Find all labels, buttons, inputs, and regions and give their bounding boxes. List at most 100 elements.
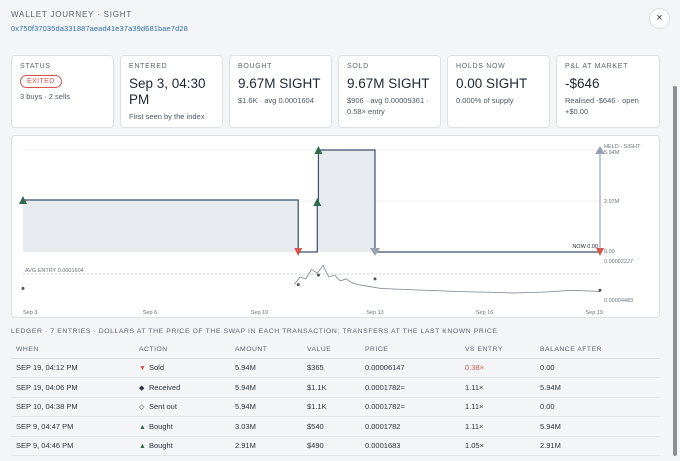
ledger-row[interactable]: SEP 19, 04:06 PM ◆ Received 5.94M $1.1K 0.000…	[11, 377, 660, 398]
bought-card: BOUGHT 9.67M SIGHT $1.6K · avg 0.0001604	[229, 55, 332, 128]
x-tick-label: Sep 13	[366, 310, 383, 316]
price-event-dot	[21, 286, 25, 290]
holds-label: HOLDS NOW	[456, 63, 506, 70]
price-event-dot	[598, 288, 602, 292]
entered-value: Sep 3, 04:30 PM	[129, 76, 206, 107]
ledger-header-row: WHEN ACTION AMOUNT VALUE PRICE VS ENTRY BALANC…	[11, 342, 660, 359]
held-tick-label: 0.00	[604, 249, 615, 255]
ledger-action: ▼ Sold	[139, 358, 235, 378]
ledger-row[interactable]: SEP 19, 04:12 PM ▼ Sold 5.94M $365 0.00006147…	[11, 358, 660, 378]
ledger-amount: 5.94M	[235, 358, 307, 378]
modal-title: WALLET JOURNEY · SIGHT	[11, 10, 133, 19]
ledger-col-4: PRICE	[365, 342, 465, 359]
ledger-when: SEP 9, 04:47 PM	[11, 416, 139, 437]
ledger-action: ◆ Received	[139, 377, 235, 398]
transfer-marker-icon: ◇	[139, 404, 145, 412]
ledger-action-label: Received	[149, 382, 181, 392]
ledger-balance: 5.94M	[540, 377, 660, 398]
ledger-table: WHEN ACTION AMOUNT VALUE PRICE VS ENTRY BALANC…	[11, 342, 660, 456]
bought-sub: $1.6K · avg 0.0001604	[238, 96, 314, 105]
ledger-value: $1.1K	[307, 397, 365, 417]
avg-entry-label: AVG ENTRY 0.0001604	[25, 268, 84, 274]
sell-marker-icon: ▼	[139, 365, 146, 373]
held-tick-label: 5.94M	[604, 150, 620, 156]
ledger-value: $540	[307, 416, 365, 437]
x-tick-label: Sep 10	[251, 310, 268, 316]
x-tick-label: Sep 19	[586, 310, 603, 316]
ledger-vs-entry: 1.11×	[465, 377, 540, 398]
pnl-value: -$646	[565, 76, 600, 91]
ledger-vs-entry: 0.38×	[465, 358, 540, 378]
price-line	[293, 264, 601, 294]
x-tick-label: Sep 6	[143, 310, 157, 316]
entered-card: ENTERED Sep 3, 04:30 PM First seen by th…	[120, 55, 223, 128]
status-badge: EXITED	[20, 75, 62, 88]
ledger-action-label: Bought	[149, 421, 173, 431]
ledger-title: LEDGER · 7 ENTRIES · DOLLARS AT THE PRIC…	[11, 328, 498, 335]
wallet-address-link[interactable]: 0x750f37035da331887aead41e37a39d681bae7d…	[11, 24, 188, 33]
ledger-value: $490	[307, 436, 365, 456]
ledger-balance: 5.94M	[540, 416, 660, 437]
ledger-value: $1.1K	[307, 377, 365, 398]
ledger-balance: 0.00	[540, 358, 660, 378]
ledger-col-0: WHEN	[11, 342, 139, 359]
ledger-col-1: ACTION	[139, 342, 235, 359]
ledger-action-label: Sent out	[149, 402, 177, 412]
bought-label: BOUGHT	[238, 63, 273, 70]
close-button[interactable]: ×	[649, 8, 670, 29]
sold-value: 9.67M SIGHT	[347, 76, 430, 91]
ledger-amount: 5.94M	[235, 377, 307, 398]
journey-chart: HELD · SIGHT 5.94M 2.97M 0.00 NOW 0.00 AVG EN…	[11, 135, 660, 318]
ledger-amount: 3.03M	[235, 416, 307, 437]
ledger-col-6: BALANCE AFTER	[540, 342, 660, 359]
buy-marker-icon: ▲	[139, 443, 146, 451]
ledger-action: ▲ Bought	[139, 436, 235, 456]
price-event-dot	[373, 277, 377, 281]
price-tick-label: 0.00002227	[604, 259, 633, 265]
journey-chart-svg: HELD · SIGHT5.94M2.97M0.00NOW 0.00AVG EN…	[19, 144, 641, 316]
ledger-value: $365	[307, 358, 365, 378]
holds-value: 0.00 SIGHT	[456, 76, 528, 91]
scrollbar[interactable]	[673, 86, 677, 456]
price-tick-label: 0.00004483	[604, 298, 633, 304]
ledger-action-label: Bought	[149, 441, 173, 451]
now-label: NOW 0.00	[572, 244, 598, 250]
ledger-amount: 2.91M	[235, 436, 307, 456]
price-event-dot	[316, 273, 320, 277]
pnl-label: P&L AT MARKET	[565, 63, 629, 70]
entered-sub: First seen by the index	[129, 112, 205, 121]
ledger-balance: 0.00	[540, 397, 660, 417]
entered-label: ENTERED	[129, 63, 168, 70]
ledger-when: SEP 9, 04:46 PM	[11, 436, 139, 456]
sold-label: SOLD	[347, 63, 369, 70]
ledger-price: 0.0001782	[365, 416, 465, 437]
holds-sub: 0.000% of supply	[456, 96, 514, 105]
held-tick-label: 2.97M	[604, 199, 620, 205]
ledger-when: SEP 10, 04:38 PM	[11, 397, 139, 417]
status-label: STATUS	[20, 63, 51, 70]
ledger-vs-entry: 1.11×	[465, 397, 540, 417]
x-tick-label: Sep 16	[476, 310, 493, 316]
x-tick-label: Sep 3	[23, 310, 37, 316]
price-event-dot	[296, 283, 300, 287]
ledger-row[interactable]: SEP 10, 04:38 PM ◇ Sent out 5.94M $1.1K 0.000…	[11, 397, 660, 417]
bought-value: 9.67M SIGHT	[238, 76, 321, 91]
ledger-price: 0.0001782≈	[365, 397, 465, 417]
ledger-when: SEP 19, 04:12 PM	[11, 358, 139, 378]
status-card: STATUS EXITED 3 buys · 2 sells	[11, 55, 114, 128]
ledger-row[interactable]: SEP 9, 04:46 PM ▲ Bought 2.91M $490 0.0001683…	[11, 436, 660, 456]
ledger-body: SEP 19, 04:12 PM ▼ Sold 5.94M $365 0.00006147…	[11, 358, 660, 456]
transfer-marker-icon: ◆	[139, 384, 145, 392]
ledger-action: ▲ Bought	[139, 416, 235, 437]
ledger-price: 0.0001683	[365, 436, 465, 456]
ledger-when: SEP 19, 04:06 PM	[11, 377, 139, 398]
ledger-row[interactable]: SEP 9, 04:47 PM ▲ Bought 3.03M $540 0.0001782…	[11, 416, 660, 437]
ledger-col-5: VS ENTRY	[465, 342, 540, 359]
ledger-amount: 5.94M	[235, 397, 307, 417]
sold-card: SOLD 9.67M SIGHT $906 · avg 0.00009361 ·…	[338, 55, 441, 128]
ledger-price: 0.00006147	[365, 358, 465, 378]
ledger-vs-entry: 1.11×	[465, 416, 540, 437]
pnl-sub: Realised -$646 · open +$0.00	[565, 96, 639, 116]
holds-card: HOLDS NOW 0.00 SIGHT 0.000% of supply	[447, 55, 550, 128]
status-sub: 3 buys · 2 sells	[20, 92, 71, 101]
